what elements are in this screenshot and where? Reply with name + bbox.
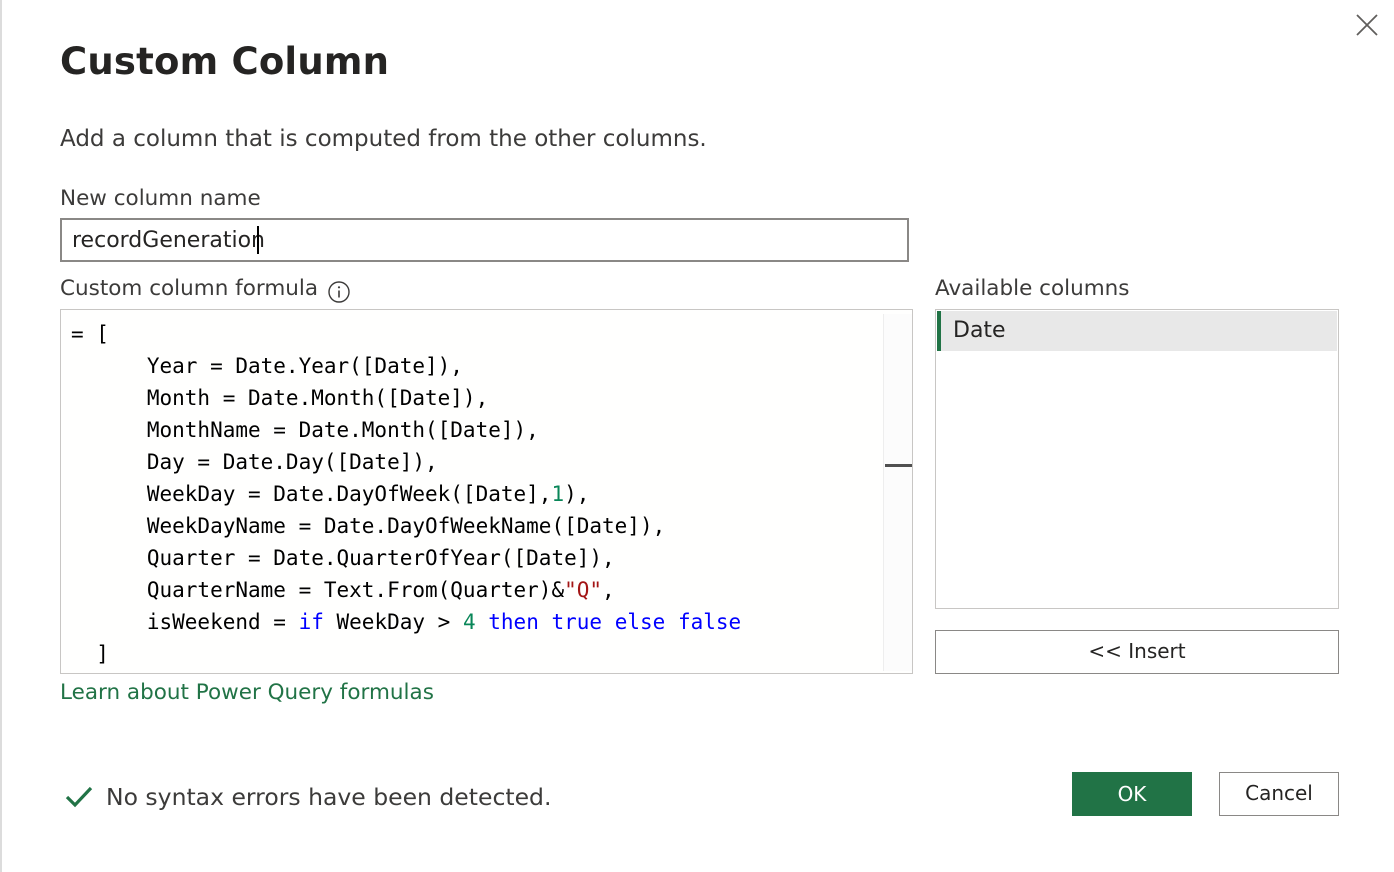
- dialog-description: Add a column that is computed from the o…: [60, 126, 707, 152]
- close-button[interactable]: [1352, 10, 1382, 40]
- formula-line-11: ]: [71, 642, 109, 666]
- formula-label: Custom column formula: [60, 276, 319, 301]
- available-column-item-date[interactable]: Date: [937, 311, 1337, 351]
- learn-formulas-link[interactable]: Learn about Power Query formulas: [60, 680, 434, 705]
- new-column-name-label: New column name: [60, 186, 261, 211]
- formula-line-9-text: QuarterName = Text.From(Quarter)&"Q",: [146, 578, 615, 602]
- formula-line-2: Year = Date.Year([Date]),: [71, 354, 463, 378]
- scrollbar-marker: [885, 464, 912, 467]
- available-columns-label: Available columns: [935, 276, 1130, 301]
- formula-line-10-text: isWeekend = if WeekDay > 4 then true els…: [146, 610, 742, 634]
- formula-line-4: MonthName = Date.Month([Date]),: [71, 418, 539, 442]
- text-caret: [257, 226, 259, 254]
- formula-line-5-text: Day = Date.Day([Date]),: [146, 450, 438, 474]
- cancel-button[interactable]: Cancel: [1219, 772, 1339, 816]
- formula-line-3: Month = Date.Month([Date]),: [71, 386, 488, 410]
- insert-button[interactable]: << Insert: [935, 630, 1339, 674]
- formula-line-8-text: Quarter = Date.QuarterOfYear([Date]),: [146, 546, 615, 570]
- syntax-status-text: No syntax errors have been detected.: [106, 783, 552, 811]
- new-column-name-input[interactable]: [60, 218, 909, 262]
- formula-line-2-text: Year = Date.Year([Date]),: [146, 354, 463, 378]
- formula-line-11-text: ]: [96, 642, 109, 666]
- dialog-border: [0, 0, 2, 872]
- formula-scrollbar[interactable]: [883, 314, 912, 671]
- formula-code[interactable]: = [ Year = Date.Year([Date]), Month = Da…: [71, 318, 741, 670]
- formula-line-1: = [: [71, 322, 109, 346]
- formula-line-4-text: MonthName = Date.Month([Date]),: [146, 418, 539, 442]
- formula-line-8: Quarter = Date.QuarterOfYear([Date]),: [71, 546, 615, 570]
- ok-button[interactable]: OK: [1072, 772, 1192, 816]
- formula-editor[interactable]: = [ Year = Date.Year([Date]), Month = Da…: [60, 309, 913, 674]
- dialog-title: Custom Column: [60, 40, 390, 83]
- formula-line-6: WeekDay = Date.DayOfWeek([Date],1),: [71, 482, 590, 506]
- close-icon: [1356, 14, 1378, 36]
- formula-line-7: WeekDayName = Date.DayOfWeekName([Date])…: [71, 514, 665, 538]
- checkmark-icon: [65, 786, 93, 808]
- available-columns-list[interactable]: Date: [935, 309, 1339, 609]
- formula-line-7-text: WeekDayName = Date.DayOfWeekName([Date])…: [146, 514, 666, 538]
- formula-line-3-text: Month = Date.Month([Date]),: [146, 386, 489, 410]
- formula-line-10: isWeekend = if WeekDay > 4 then true els…: [71, 610, 741, 634]
- formula-line-9: QuarterName = Text.From(Quarter)&"Q",: [71, 578, 615, 602]
- info-icon[interactable]: [327, 280, 351, 304]
- formula-line-6-text: WeekDay = Date.DayOfWeek([Date],1),: [146, 482, 590, 506]
- formula-line-5: Day = Date.Day([Date]),: [71, 450, 438, 474]
